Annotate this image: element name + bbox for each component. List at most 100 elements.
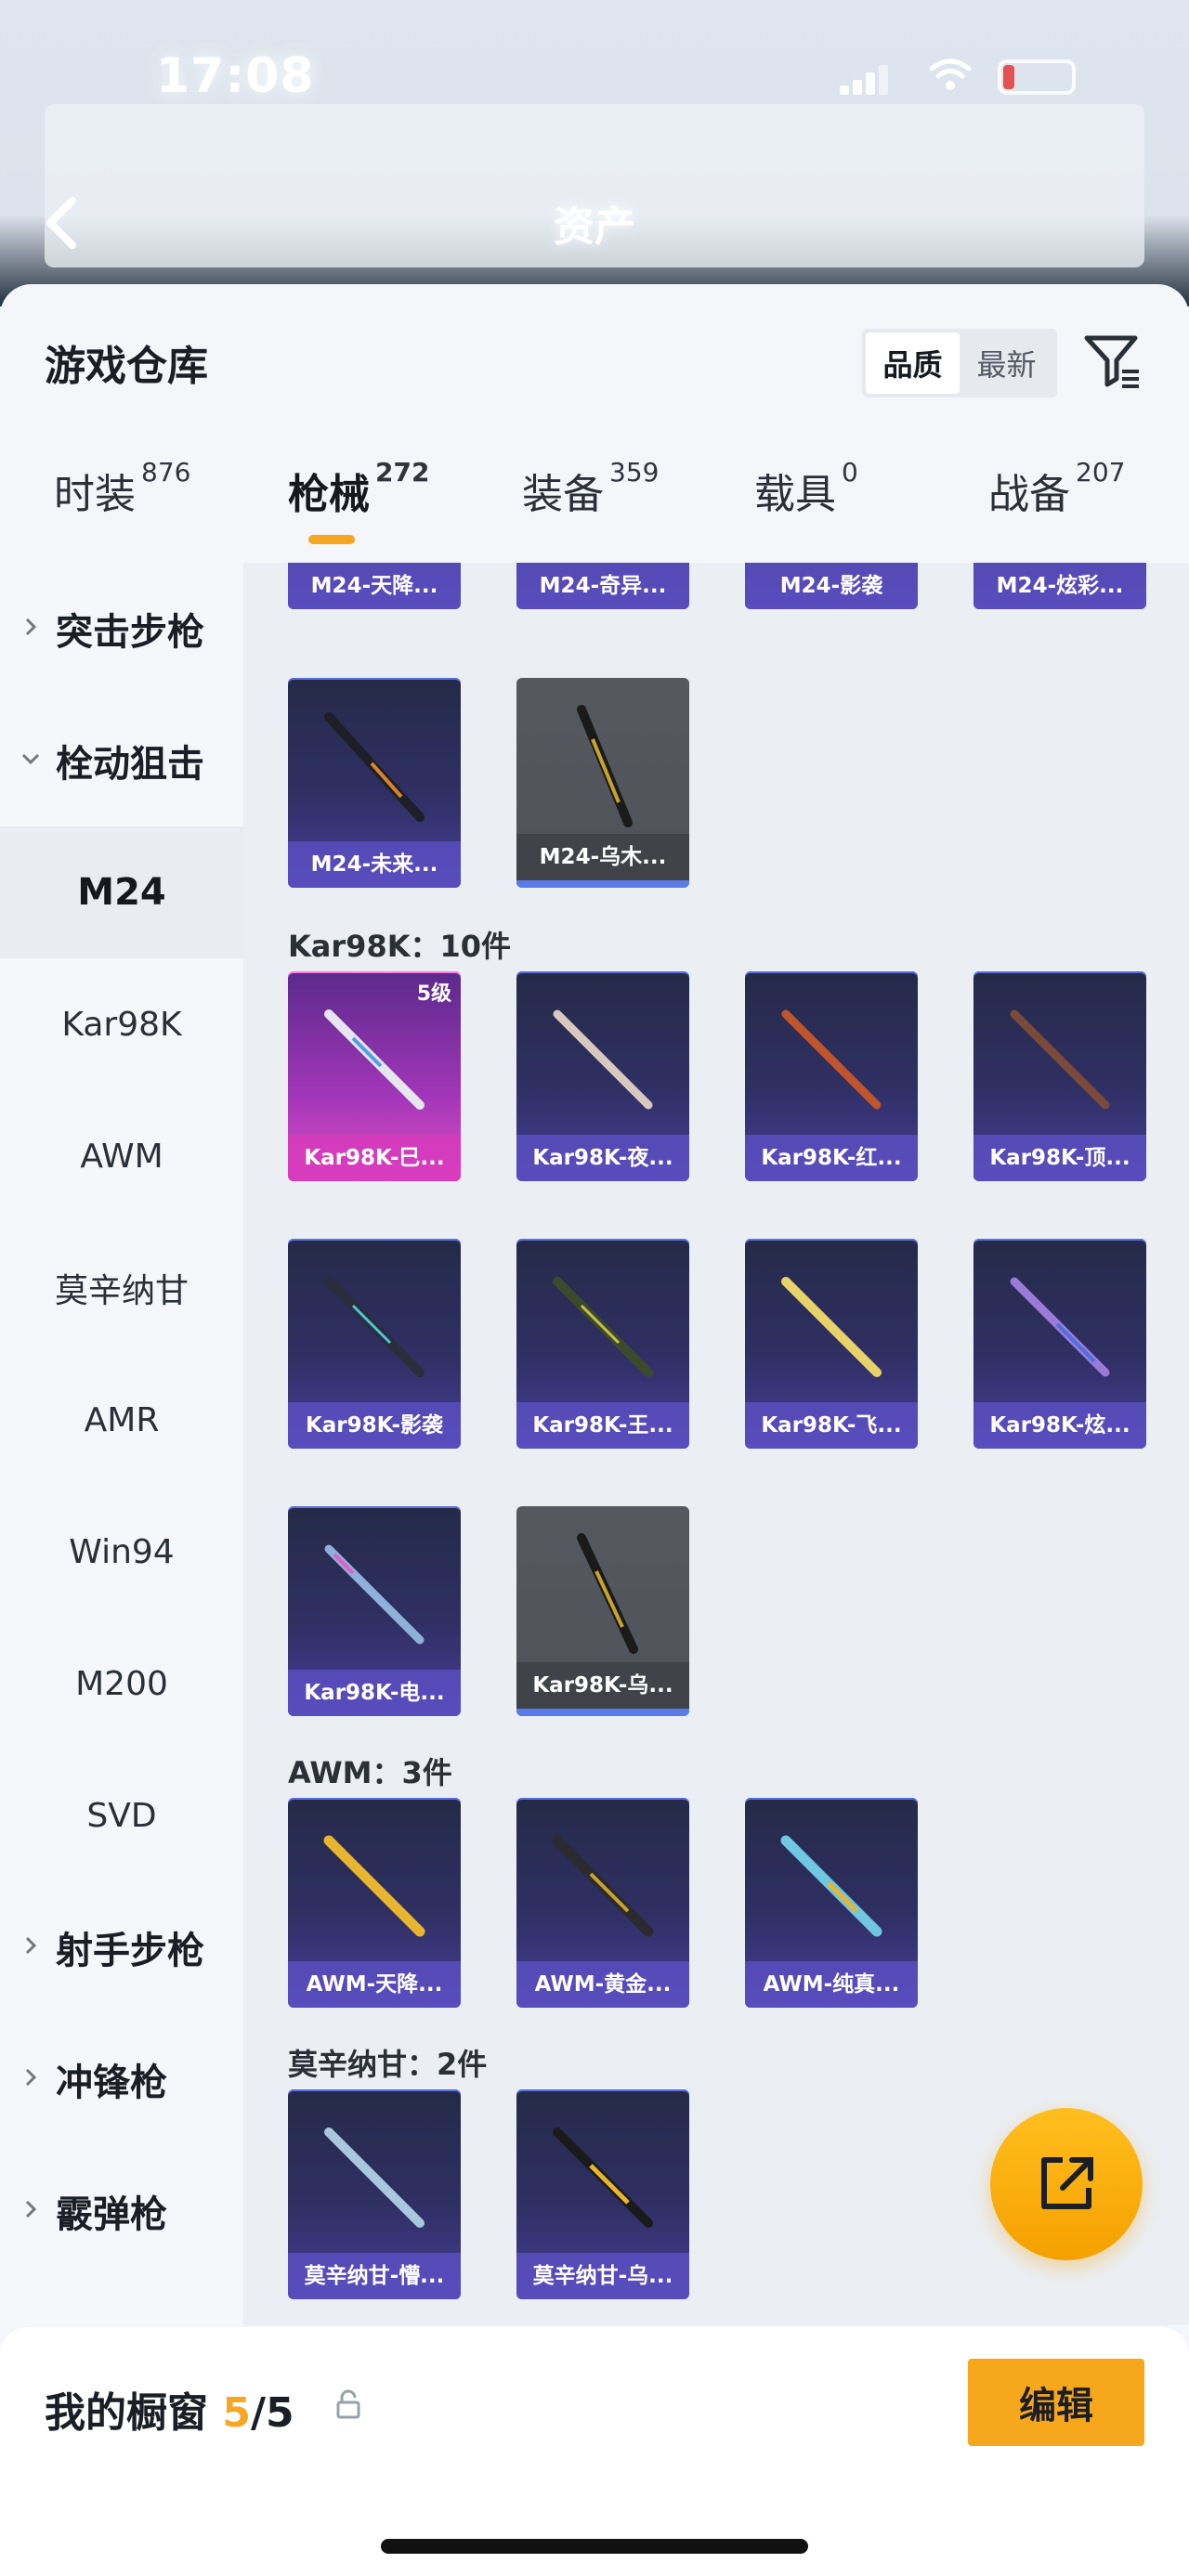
item-name: Kar98K-电... bbox=[288, 1670, 461, 1716]
item-card[interactable]: Kar98K-电... bbox=[288, 1506, 461, 1716]
item-card[interactable]: Kar98K-王... bbox=[516, 1239, 689, 1449]
sidebar-item-mosin[interactable]: 莫辛纳甘 bbox=[0, 1222, 243, 1354]
item-name: AWM-天降... bbox=[288, 1961, 461, 2008]
item-card[interactable]: Kar98K-飞... bbox=[745, 1239, 918, 1449]
tab-count: 0 bbox=[842, 457, 858, 488]
sidebar-item-svd[interactable]: SVD bbox=[0, 1750, 243, 1881]
sort-option-newest[interactable]: 最新 bbox=[960, 332, 1053, 394]
sidebar-item-m24[interactable]: M24 bbox=[0, 826, 243, 958]
sidebar-item-m200[interactable]: M200 bbox=[0, 1618, 243, 1750]
item-card[interactable]: Kar98K-红... bbox=[745, 971, 918, 1181]
item-card[interactable]: Kar98K-影袭 bbox=[288, 1239, 461, 1449]
sort-toggle: 品质 最新 bbox=[862, 329, 1057, 397]
item-name: Kar98K-飞... bbox=[745, 1402, 918, 1449]
item-name: Kar98K-夜... bbox=[516, 1135, 689, 1181]
item-card[interactable]: Kar98K-炫... bbox=[973, 1239, 1146, 1449]
wifi-icon bbox=[929, 59, 972, 90]
item-card[interactable]: M24-乌木... bbox=[516, 678, 689, 888]
item-card[interactable]: M24-奇异... bbox=[516, 563, 689, 609]
rifle-icon bbox=[553, 2127, 653, 2228]
sidebar-item-label: M24 bbox=[77, 871, 166, 914]
item-name: M24-奇异... bbox=[516, 563, 689, 609]
share-button[interactable] bbox=[990, 2108, 1143, 2260]
rifle-icon bbox=[324, 2127, 425, 2228]
sidebar-item-assault-rifle[interactable]: 突击步枪 bbox=[0, 563, 243, 695]
edit-button[interactable]: 编辑 bbox=[968, 2359, 1144, 2446]
tab-guns[interactable]: 枪械 272 bbox=[288, 457, 429, 520]
sidebar-item-marksman[interactable]: 射手步枪 bbox=[0, 1881, 243, 2013]
status-bar: 17:08 bbox=[0, 48, 1189, 104]
sidebar-item-amr[interactable]: AMR bbox=[0, 1354, 243, 1486]
sidebar-item-shotgun[interactable]: 霰弹枪 bbox=[0, 2145, 243, 2277]
item-card[interactable]: Kar98K-夜... bbox=[516, 971, 689, 1181]
sort-option-quality[interactable]: 品质 bbox=[866, 332, 960, 394]
rifle-icon bbox=[553, 1277, 653, 1377]
sidebar-item-label: M200 bbox=[75, 1664, 168, 1703]
section-label-awm: AWM：3件 bbox=[288, 1755, 452, 1790]
sidebar-item-label: 栓动狙击 bbox=[56, 743, 204, 786]
item-name: M24-炫彩... bbox=[973, 563, 1146, 609]
filter-icon[interactable] bbox=[1081, 331, 1143, 392]
tab-count: 359 bbox=[609, 457, 660, 488]
chevron-down-icon bbox=[21, 753, 40, 765]
item-card[interactable]: M24-天降... bbox=[288, 563, 461, 609]
item-name: M24-乌木... bbox=[516, 834, 689, 880]
rifle-icon bbox=[324, 1544, 425, 1645]
sidebar-item-label: Win94 bbox=[69, 1532, 175, 1571]
tab-count: 207 bbox=[1076, 457, 1126, 488]
app-header: 17:08 资产 bbox=[0, 0, 1189, 306]
rifle-icon bbox=[577, 705, 633, 827]
panel-title: 游戏仓库 bbox=[45, 343, 208, 390]
item-name: Kar98K-红... bbox=[745, 1135, 918, 1181]
rifle-icon bbox=[1010, 1277, 1110, 1377]
item-name: Kar98K-巳... bbox=[288, 1135, 461, 1181]
item-card[interactable]: Kar98K-乌... bbox=[516, 1506, 689, 1716]
section-label-mosin: 莫辛纳甘：2件 bbox=[288, 2047, 488, 2082]
sidebar-item-label: 冲锋枪 bbox=[56, 2062, 167, 2104]
home-indicator bbox=[381, 2539, 808, 2554]
item-name: Kar98K-乌... bbox=[516, 1662, 689, 1709]
tab-supplies[interactable]: 战备 207 bbox=[988, 457, 1125, 520]
rifle-icon bbox=[324, 712, 425, 822]
section-label-kar98k: Kar98K：10件 bbox=[288, 929, 512, 964]
showcase-total-count: 5 bbox=[266, 2389, 294, 2437]
tab-label: 枪械 bbox=[288, 471, 370, 518]
item-card[interactable]: M24-未来... bbox=[288, 678, 461, 888]
sidebar-item-label: 突击步枪 bbox=[56, 611, 204, 654]
item-name: M24-天降... bbox=[288, 563, 461, 609]
tab-gear[interactable]: 装备 359 bbox=[522, 457, 659, 520]
sidebar-item-label: 莫辛纳甘 bbox=[54, 1272, 189, 1310]
item-card[interactable]: 5级 Kar98K-巳... bbox=[288, 971, 461, 1181]
tab-vehicles[interactable]: 载具 0 bbox=[754, 457, 858, 520]
showcase-separator: / bbox=[250, 2389, 267, 2437]
item-name: 莫辛纳甘-乌... bbox=[516, 2253, 689, 2299]
tab-label: 战备 bbox=[988, 471, 1070, 518]
sidebar-item-awm[interactable]: AWM bbox=[0, 1090, 243, 1222]
sidebar-item-kar98k[interactable]: Kar98K bbox=[0, 958, 243, 1090]
rifle-icon bbox=[781, 1009, 882, 1110]
page-title: 资产 bbox=[554, 203, 635, 251]
item-card[interactable]: 莫辛纳甘-懵... bbox=[288, 2089, 461, 2299]
weapon-sidebar: 突击步枪 栓动狙击 M24 Kar98K AWM 莫辛纳甘 AMR Win94 … bbox=[0, 563, 243, 2325]
sidebar-item-label: AMR bbox=[84, 1400, 160, 1439]
item-name: 莫辛纳甘-懵... bbox=[288, 2253, 461, 2299]
sidebar-item-win94[interactable]: Win94 bbox=[0, 1486, 243, 1618]
item-name: Kar98K-顶... bbox=[973, 1135, 1146, 1181]
sidebar-item-smg[interactable]: 冲锋枪 bbox=[0, 2013, 243, 2145]
sidebar-item-label: SVD bbox=[86, 1796, 157, 1835]
rifle-icon bbox=[781, 1277, 882, 1377]
item-card[interactable]: AWM-天降... bbox=[288, 1798, 461, 2008]
item-card[interactable]: Kar98K-顶... bbox=[973, 971, 1146, 1181]
sidebar-item-label: Kar98K bbox=[61, 1005, 182, 1044]
chevron-right-icon bbox=[25, 1936, 37, 1955]
item-card[interactable]: AWM-纯真... bbox=[745, 1798, 918, 2008]
item-card[interactable]: 莫辛纳甘-乌... bbox=[516, 2089, 689, 2299]
item-card[interactable]: M24-影袭 bbox=[745, 563, 918, 609]
item-card[interactable]: M24-炫彩... bbox=[973, 563, 1146, 609]
sidebar-item-bolt-sniper[interactable]: 栓动狙击 bbox=[0, 695, 243, 826]
item-card[interactable]: AWM-黄金... bbox=[516, 1798, 689, 2008]
sidebar-item-label: 射手步枪 bbox=[56, 1930, 204, 1972]
sidebar-item-label: AWM bbox=[80, 1137, 163, 1176]
tab-count: 876 bbox=[141, 457, 191, 488]
tab-fashion[interactable]: 时装 876 bbox=[54, 457, 190, 520]
